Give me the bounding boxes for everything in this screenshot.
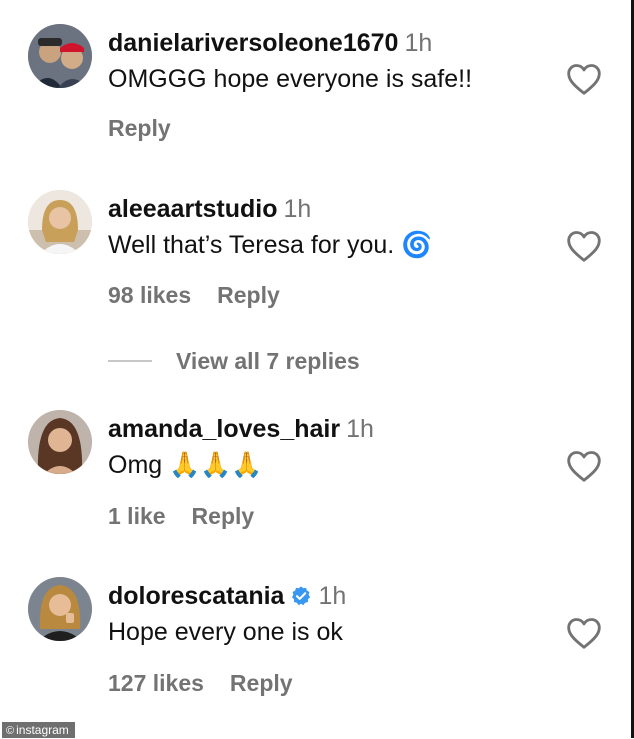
avatar[interactable]: [28, 410, 92, 474]
like-button[interactable]: [566, 616, 602, 650]
timestamp[interactable]: 1h: [284, 195, 312, 223]
verified-badge-icon: [292, 586, 311, 606]
watermark-text: instagram: [16, 723, 69, 737]
comment-actions: 127 likes Reply: [108, 669, 293, 697]
avatar-image: [28, 577, 92, 641]
avatar-image: [28, 24, 92, 88]
comment-actions: 1 like Reply: [108, 502, 254, 530]
avatar-image: [28, 190, 92, 254]
username-link[interactable]: dolorescatania: [108, 582, 284, 610]
comment-actions: Reply: [108, 114, 171, 142]
heart-outline-icon: [567, 451, 601, 482]
comment-text: Omg 🙏🙏🙏: [108, 451, 263, 479]
username-link[interactable]: danielariversoleone1670: [108, 29, 398, 57]
view-replies-label: View all 7 replies: [176, 348, 360, 374]
comment-header: dolorescatania 1h: [108, 581, 346, 611]
username-link[interactable]: amanda_loves_hair: [108, 415, 340, 443]
reply-button[interactable]: Reply: [230, 670, 293, 696]
like-button[interactable]: [566, 229, 602, 263]
avatar[interactable]: [28, 577, 92, 641]
comment-actions: 98 likes Reply: [108, 281, 280, 309]
like-button[interactable]: [566, 62, 602, 96]
comment-text: Hope every one is ok: [108, 618, 343, 646]
timestamp[interactable]: 1h: [404, 29, 432, 57]
likes-count[interactable]: 1 like: [108, 503, 166, 529]
replies-divider: [108, 360, 152, 362]
heart-outline-icon: [567, 618, 601, 649]
heart-outline-icon: [567, 64, 601, 95]
likes-count[interactable]: 98 likes: [108, 282, 191, 308]
comment-text: OMGGG hope everyone is safe!!: [108, 65, 473, 93]
comment-header: aleeaartstudio 1h: [108, 194, 311, 224]
timestamp[interactable]: 1h: [346, 415, 374, 443]
comment-header: danielariversoleone1670 1h: [108, 28, 432, 58]
avatar-image: [28, 410, 92, 474]
likes-count[interactable]: 127 likes: [108, 670, 204, 696]
reply-button[interactable]: Reply: [192, 503, 255, 529]
avatar[interactable]: [28, 24, 92, 88]
comments-panel: danielariversoleone1670 1h OMGGG hope eve…: [0, 0, 634, 738]
reply-button[interactable]: Reply: [108, 115, 171, 141]
like-button[interactable]: [566, 449, 602, 483]
comment-header: amanda_loves_hair 1h: [108, 414, 374, 444]
username-link[interactable]: aleeaartstudio: [108, 195, 278, 223]
timestamp[interactable]: 1h: [318, 582, 346, 610]
reply-button[interactable]: Reply: [217, 282, 280, 308]
copyright-symbol: ©: [6, 725, 15, 737]
instagram-watermark: © instagram: [2, 722, 75, 738]
avatar[interactable]: [28, 190, 92, 254]
comment-text: Well that’s Teresa for you. 🌀: [108, 231, 433, 259]
heart-outline-icon: [567, 231, 601, 262]
